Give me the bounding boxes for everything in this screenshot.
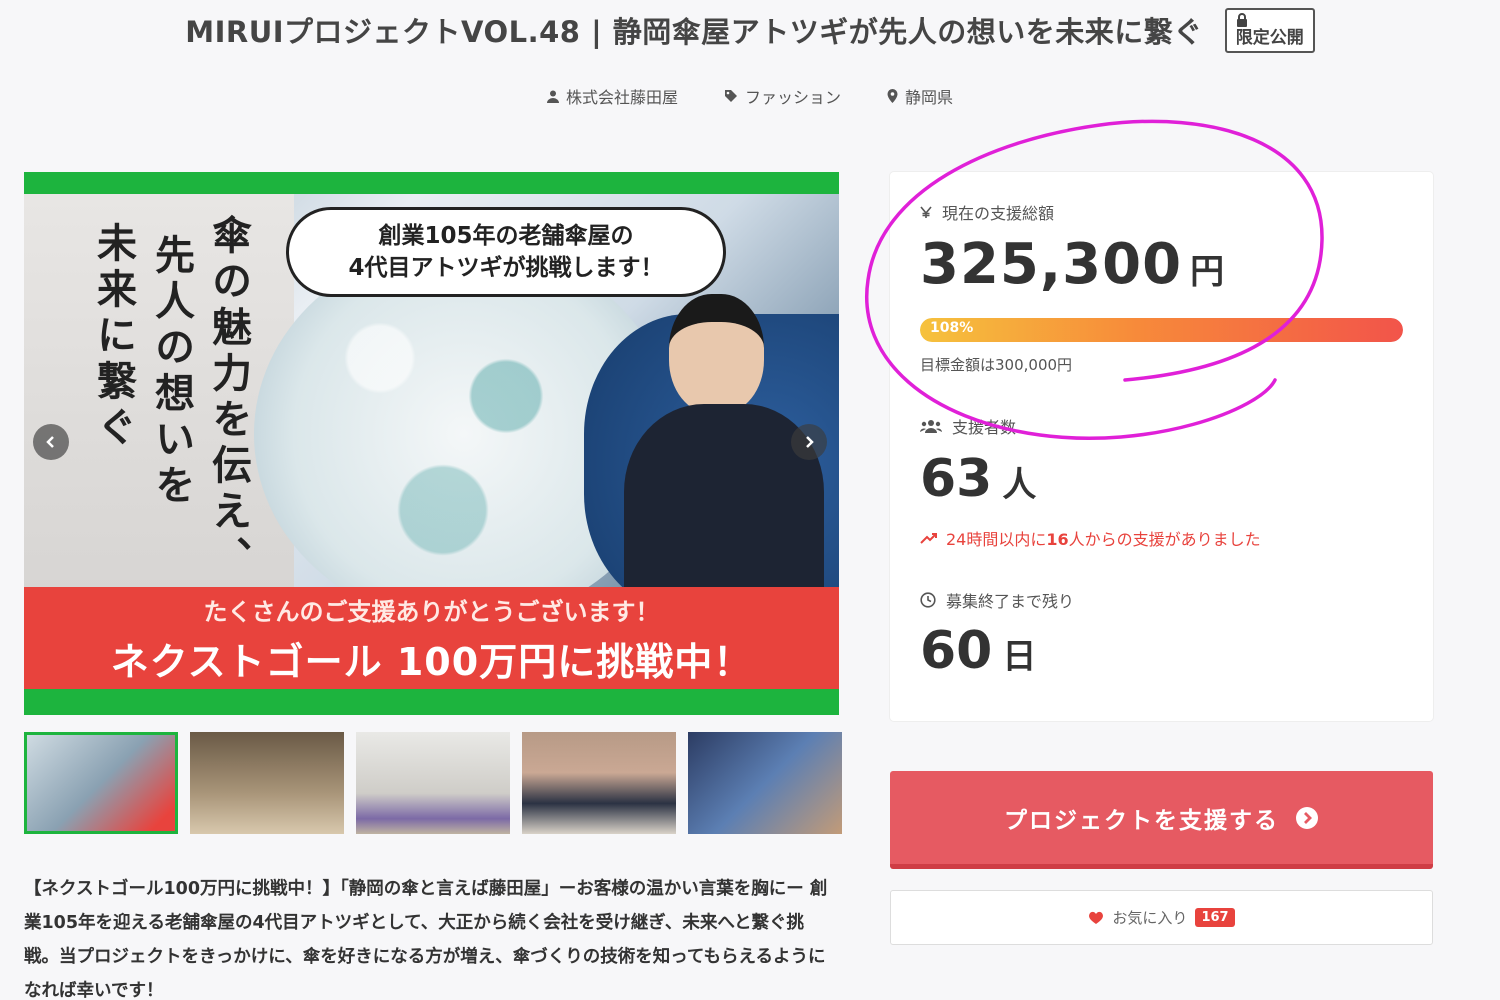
page-title: MIRUIプロジェクトVOL.48 | 静岡傘屋アトツギが先人の想いを未来に繋ぐ <box>185 15 1203 50</box>
amount-value: 325,300 円 <box>920 232 1225 297</box>
goal-text: 目標金額は300,000円 <box>920 356 1073 374</box>
arrow-right-icon <box>806 436 814 448</box>
hero-vertical-text-2: 先人の想いを <box>148 234 195 510</box>
amount-label-text: 現在の支援総額 <box>942 204 1055 223</box>
tag-icon <box>724 90 737 102</box>
banner-line-2: ネクストゴール 100万円に挑戦中！ <box>110 640 753 684</box>
hero-vertical-text-3: 未来に繋ぐ <box>90 222 137 452</box>
project-description: 【ネクストゴール100万円に挑戦中！】「静岡の傘と言えば藤田屋」ーお客様の温かい… <box>24 879 828 1000</box>
progress-label: 108% <box>930 320 974 336</box>
trend-up-icon <box>920 533 937 544</box>
favorite-label: お気に入り <box>1112 909 1188 927</box>
days-unit: 日 <box>1002 637 1037 677</box>
carousel-prev-button[interactable] <box>33 424 69 460</box>
project-header: MIRUIプロジェクトVOL.48 | 静岡傘屋アトツギが先人の想いを未来に繋ぐ… <box>0 0 1500 130</box>
supporters-number: 63 <box>920 449 993 509</box>
thumbnail-4[interactable] <box>522 732 676 834</box>
bubble-line-1: 創業105年の老舗傘屋の <box>378 222 634 249</box>
carousel-next-button[interactable] <box>791 424 827 460</box>
recent-support-text: 24時間以内に16人からの支援がありました <box>920 526 1261 550</box>
remaining-label: 募集終了まで残り <box>920 588 1074 612</box>
speaker-figure <box>624 294 824 624</box>
yen-icon <box>920 205 932 218</box>
amount-unit: 円 <box>1190 252 1226 292</box>
supporters-value: 63 人 <box>920 449 1036 509</box>
location-link[interactable]: 静岡県 <box>887 84 953 108</box>
hero-vertical-text-1: 傘の魅力を伝え、 <box>205 214 252 582</box>
heart-icon <box>1089 911 1104 924</box>
title-row: MIRUIプロジェクトVOL.48 | 静岡傘屋アトツギが先人の想いを未来に繋ぐ… <box>0 8 1500 53</box>
clock-icon <box>920 592 936 608</box>
recent-count: 16 <box>1046 530 1069 549</box>
location-pin-icon <box>887 89 898 103</box>
hero-image-carousel[interactable]: 傘の魅力を伝え、 先人の想いを 未来に繋ぐ 創業105年の老舗傘屋の 4代目アト… <box>24 172 839 715</box>
thumbnail-2[interactable] <box>190 732 344 834</box>
limited-badge: 限定公開 <box>1224 8 1315 53</box>
category-name: ファッション <box>744 88 841 107</box>
thumbnail-5[interactable] <box>688 732 842 834</box>
company-link[interactable]: 株式会社藤田屋 <box>546 84 678 108</box>
location-name: 静岡県 <box>905 88 954 107</box>
progress-fill: 108% <box>920 318 1403 342</box>
support-button-label: プロジェクトを支援する <box>1004 807 1279 834</box>
recent-suffix: 人からの支援がありました <box>1068 530 1261 549</box>
amount-number: 325,300 <box>920 232 1183 297</box>
bubble-line-2: 4代目アトツギが挑戦します！ <box>348 255 664 281</box>
meta-row: 株式会社藤田屋 ファッション 静岡県 <box>0 84 1500 108</box>
favorite-button[interactable]: お気に入り 167 <box>890 890 1433 945</box>
limited-badge-label: 限定公開 <box>1235 28 1304 48</box>
user-icon <box>546 90 559 103</box>
users-icon <box>920 420 942 433</box>
arrow-left-icon <box>46 436 54 448</box>
chevron-right-circle-icon <box>1296 806 1318 829</box>
supporters-label: 支援者数 <box>920 414 1016 438</box>
thumbnail-3[interactable] <box>356 732 510 834</box>
progress-bar: 108% <box>920 318 1403 342</box>
banner-line-1: たくさんのご支援ありがとうございます！ <box>203 598 660 626</box>
favorite-count-badge: 167 <box>1195 908 1235 927</box>
support-project-button[interactable]: プロジェクトを支援する <box>890 771 1433 869</box>
hero-banner: たくさんのご支援ありがとうございます！ ネクストゴール 100万円に挑戦中！ <box>24 587 839 689</box>
remaining-label-text: 募集終了まで残り <box>946 592 1075 611</box>
supporters-unit: 人 <box>1002 465 1037 505</box>
days-number: 60 <box>920 621 993 681</box>
lock-icon <box>1236 13 1247 27</box>
recent-prefix: 24時間以内に <box>946 530 1047 549</box>
hero-slide: 傘の魅力を伝え、 先人の想いを 未来に繋ぐ 創業105年の老舗傘屋の 4代目アト… <box>24 194 839 689</box>
thumbnail-strip <box>24 732 842 834</box>
supporters-label-text: 支援者数 <box>952 418 1017 437</box>
amount-label: 現在の支援総額 <box>920 200 1054 224</box>
company-name: 株式会社藤田屋 <box>565 88 678 107</box>
days-value: 60 日 <box>920 621 1036 681</box>
stats-card: 現在の支援総額 325,300 円 108% 目標金額は300,000円 支援者数… <box>890 172 1433 721</box>
thumbnail-1[interactable] <box>24 732 178 834</box>
category-link[interactable]: ファッション <box>724 84 841 108</box>
speech-bubble: 創業105年の老舗傘屋の 4代目アトツギが挑戦します！ <box>286 207 726 297</box>
